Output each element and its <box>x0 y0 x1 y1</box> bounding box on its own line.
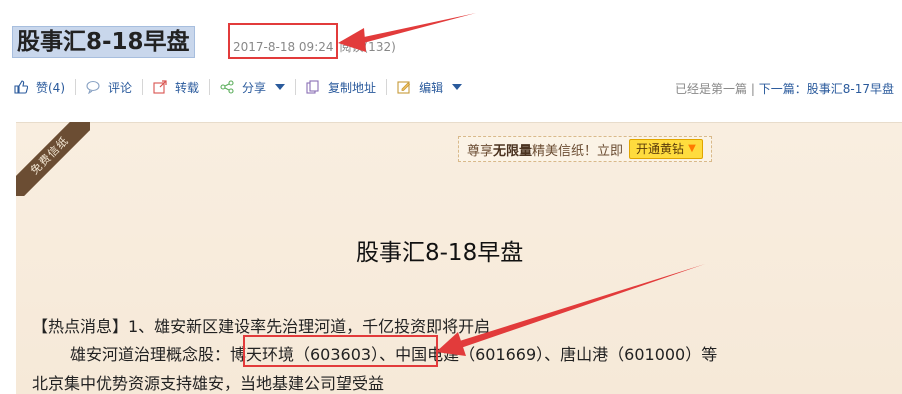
share-icon <box>220 80 234 94</box>
edit-button[interactable]: 编辑 <box>397 79 463 96</box>
edit-icon <box>397 80 411 94</box>
promo-suffix: 精美信纸！立即 <box>532 143 624 159</box>
toolbar-divider <box>209 79 211 95</box>
promo-prefix: 尊享 <box>467 143 494 159</box>
toolbar-divider <box>295 79 297 95</box>
promo-button-label: 开通黄钻 <box>636 142 685 156</box>
share-button[interactable]: 分享 <box>220 79 286 96</box>
promo-bold: 无限量 <box>493 143 533 159</box>
chevron-down-icon[interactable] <box>452 84 463 90</box>
copy-link-button[interactable]: 复制地址 <box>306 79 376 96</box>
ribbon-label: 免费信纸 <box>16 122 90 196</box>
date-annotation-box <box>228 23 338 59</box>
stationery-promo: 尊享 无限量 精美信纸！立即 开通黄钻 ▼ <box>458 136 712 162</box>
nav-divider: | <box>750 82 755 96</box>
free-stationery-ribbon[interactable]: 免费信纸 <box>16 122 90 196</box>
comment-label: 评论 <box>108 80 133 95</box>
thumbs-up-icon <box>14 80 28 94</box>
repost-label: 转载 <box>175 80 200 95</box>
article-line-1: 【热点消息】1、雄安新区建设率先治理河道，千亿投资即将开启 <box>32 317 491 336</box>
post-navigation: 已经是第一篇 | 下一篇：股事汇8-17早盘 <box>675 80 894 97</box>
toolbar-divider <box>75 79 76 95</box>
repost-button[interactable]: 转载 <box>153 79 199 96</box>
post-title: 股事汇8-18早盘 <box>17 29 190 55</box>
next-post-link[interactable]: 下一篇：股事汇8-17早盘 <box>759 82 894 96</box>
article-heading: 股事汇8-18早盘 <box>356 240 524 266</box>
copy-icon <box>306 80 320 94</box>
chevron-down-icon[interactable] <box>275 84 286 90</box>
share-label: 分享 <box>242 80 267 95</box>
first-post-label: 已经是第一篇 <box>675 82 748 96</box>
edit-label: 编辑 <box>419 80 444 95</box>
toolbar-divider <box>142 79 144 95</box>
comment-icon <box>86 80 100 94</box>
toolbar-divider <box>386 79 388 95</box>
copy-link-label: 复制地址 <box>328 80 377 95</box>
read-count: 阅读(132) <box>339 40 396 54</box>
like-label: 赞(4) <box>36 80 65 95</box>
like-button[interactable]: 赞(4) <box>14 79 65 96</box>
post-title-highlight: 股事汇8-18早盘 <box>12 26 195 58</box>
article-line-3: 北京集中优势资源支持雄安，当地基建公司望受益 <box>32 374 385 393</box>
comment-button[interactable]: 评论 <box>86 79 132 96</box>
post-toolbar: 赞(4) 评论 转载 分享 复制地址 编辑 <box>14 77 463 97</box>
diamond-icon: ▼ <box>688 143 696 154</box>
open-yellow-diamond-button[interactable]: 开通黄钻 ▼ <box>629 139 703 159</box>
repost-icon <box>153 80 167 94</box>
stock-annotation-box <box>243 335 438 367</box>
